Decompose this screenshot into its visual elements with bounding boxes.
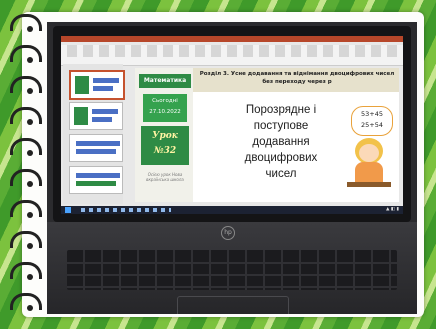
- ring-icon: [10, 14, 42, 32]
- ring-icon: [10, 138, 42, 156]
- ring-icon: [10, 169, 42, 187]
- laptop-screen: Математика Сьогодні 27.10.2022 Урок №32 …: [61, 36, 403, 214]
- title-line: додавання: [252, 136, 310, 148]
- sum-example: 25+54: [361, 121, 383, 129]
- hp-logo: hp: [221, 226, 235, 240]
- powerpoint-ribbon[interactable]: [61, 45, 403, 66]
- touchpad: [177, 296, 289, 314]
- slide-thumbnail[interactable]: [69, 70, 125, 100]
- title-line: двоцифрових: [244, 152, 318, 164]
- title-line: Порозрядне і: [245, 104, 317, 116]
- title-line: поступове: [253, 120, 309, 132]
- lesson-title: Порозрядне і поступове додавання двоцифр…: [207, 102, 355, 182]
- ring-icon: [10, 293, 42, 311]
- sum-example: 53+45: [361, 110, 383, 118]
- ring-icon: [10, 45, 42, 63]
- date-label: Сьогодні: [152, 98, 178, 104]
- slide-thumbnail[interactable]: [69, 102, 123, 130]
- ring-icon: [10, 231, 42, 249]
- spiral-binding: [8, 14, 48, 314]
- powerpoint-title-bar: [61, 36, 403, 42]
- date-value: 27.10.2022: [149, 109, 181, 115]
- system-tray[interactable]: ▲ ◧ ▮: [386, 207, 399, 212]
- ring-icon: [10, 200, 42, 218]
- thinking-girl-illustration: [347, 138, 391, 188]
- ring-icon: [10, 107, 42, 125]
- taskbar-app-icons[interactable]: [81, 208, 171, 212]
- lesson-word: Урок: [152, 131, 178, 141]
- current-slide[interactable]: Математика Сьогодні 27.10.2022 Урок №32 …: [135, 68, 399, 202]
- sum-bubble: 53+45 25+54: [351, 106, 393, 136]
- windows-taskbar[interactable]: ▲ ◧ ▮: [61, 206, 403, 214]
- title-line: чисел: [265, 168, 297, 180]
- laptop-photo: Математика Сьогодні 27.10.2022 Урок №32 …: [47, 22, 417, 314]
- section-title: Розділ 3. Усне додавання та віднімання д…: [199, 71, 395, 85]
- ring-icon: [10, 76, 42, 94]
- ring-icon: [10, 262, 42, 280]
- school-motto: Осі́єю урок Нова вкраїнська школа: [146, 172, 184, 182]
- slide-thumbnails-panel[interactable]: [63, 64, 125, 204]
- slide-thumbnail[interactable]: [69, 134, 123, 162]
- subject-label: Математика: [139, 74, 191, 88]
- lesson-badge: Урок №32: [141, 126, 189, 165]
- lesson-number: №32: [153, 146, 177, 156]
- slide-thumbnail[interactable]: [69, 166, 123, 194]
- date-box: Сьогодні 27.10.2022: [143, 94, 187, 122]
- ribbon-tools[interactable]: [67, 45, 397, 57]
- windows-start-icon[interactable]: [65, 207, 71, 213]
- keyboard: [67, 250, 397, 290]
- laptop-keyboard-deck: hp: [47, 222, 417, 314]
- decorative-frame: Математика Сьогодні 27.10.2022 Урок №32 …: [0, 0, 436, 329]
